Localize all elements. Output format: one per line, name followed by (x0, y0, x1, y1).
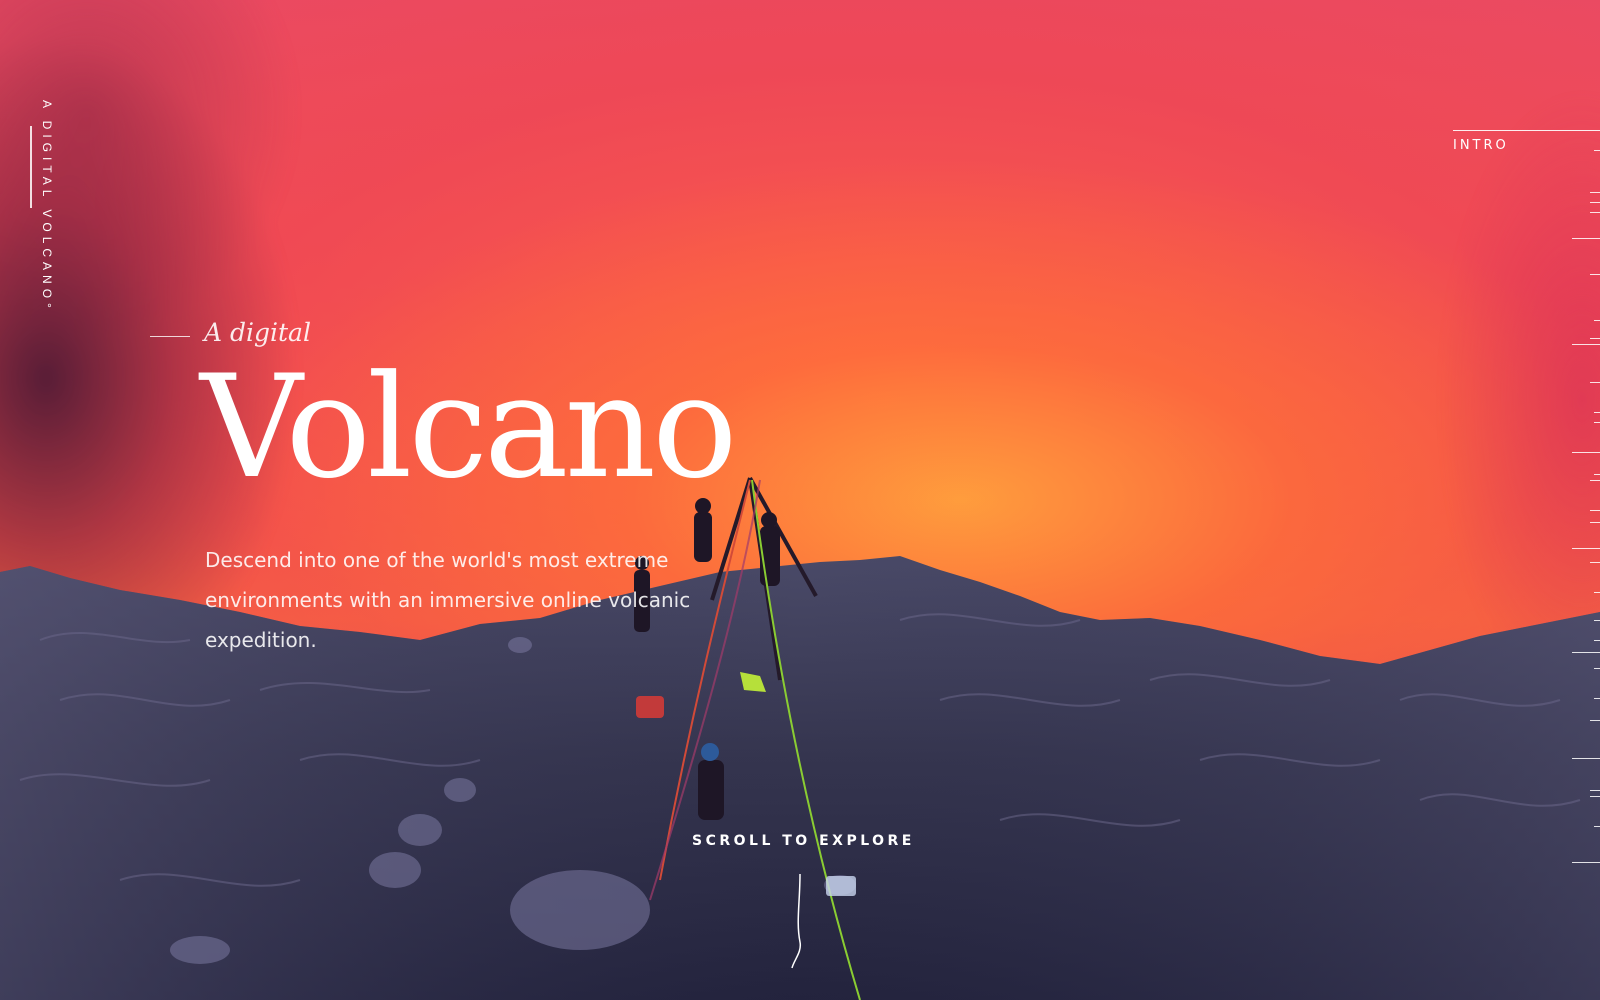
scroll-indicator-line[interactable] (788, 872, 808, 972)
nav-tick[interactable] (1590, 212, 1600, 213)
nav-tick[interactable] (1572, 452, 1600, 453)
nav-tick[interactable] (1594, 422, 1600, 423)
nav-tick[interactable] (1594, 150, 1600, 151)
nav-tick[interactable] (1590, 338, 1600, 339)
nav-active-rule (1453, 130, 1600, 131)
nav-tick[interactable] (1590, 480, 1600, 481)
kicker-rule (150, 336, 190, 337)
nav-tick[interactable] (1572, 548, 1600, 549)
hero-description: Descend into one of the world's most ext… (205, 548, 691, 652)
nav-tick[interactable] (1572, 652, 1600, 653)
nav-tick[interactable] (1590, 510, 1600, 511)
nav-tick[interactable] (1594, 412, 1600, 413)
nav-tick[interactable] (1590, 790, 1600, 791)
nav-tick[interactable] (1594, 320, 1600, 321)
nav-tick[interactable] (1590, 796, 1600, 797)
nav-tick[interactable] (1594, 826, 1600, 827)
section-progress-ticks[interactable] (1560, 150, 1600, 890)
nav-tick[interactable] (1590, 274, 1600, 275)
nav-tick[interactable] (1572, 238, 1600, 239)
nav-tick[interactable] (1572, 758, 1600, 759)
nav-tick[interactable] (1590, 522, 1600, 523)
nav-tick[interactable] (1590, 382, 1600, 383)
nav-tick[interactable] (1590, 562, 1600, 563)
hero-kicker: A digital (204, 318, 311, 347)
nav-tick[interactable] (1590, 202, 1600, 203)
side-site-title[interactable]: A DIGITAL VOLCANO° (40, 100, 54, 313)
nav-tick[interactable] (1594, 640, 1600, 641)
nav-tick[interactable] (1594, 474, 1600, 475)
nav-tick[interactable] (1590, 192, 1600, 193)
nav-tick[interactable] (1572, 862, 1600, 863)
nav-tick[interactable] (1594, 668, 1600, 669)
nav-tick[interactable] (1594, 620, 1600, 621)
nav-tick[interactable] (1590, 720, 1600, 721)
hero-title: Volcano (200, 345, 738, 510)
nav-tick[interactable] (1594, 592, 1600, 593)
scroll-to-explore-label[interactable]: SCROLL TO EXPLORE (692, 833, 915, 849)
nav-tick[interactable] (1594, 698, 1600, 699)
side-title-rule (30, 126, 32, 208)
nav-section-intro[interactable]: INTRO (1453, 138, 1509, 153)
nav-tick[interactable] (1572, 344, 1600, 345)
